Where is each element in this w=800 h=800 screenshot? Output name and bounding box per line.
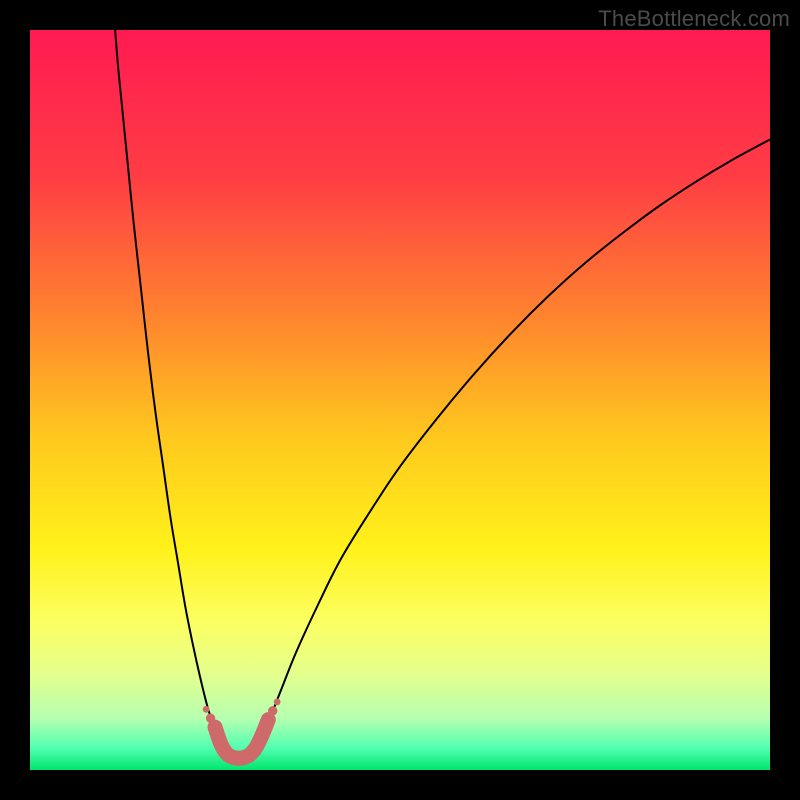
chart-frame: TheBottleneck.com (0, 0, 800, 800)
highlight-dot (203, 706, 210, 713)
highlight-dot (206, 714, 215, 723)
plot-area (30, 30, 770, 770)
watermark-text: TheBottleneck.com (598, 6, 790, 32)
gradient-background (30, 30, 770, 770)
plot-svg (30, 30, 770, 770)
highlight-dot (274, 699, 281, 706)
highlight-dot (268, 706, 277, 715)
